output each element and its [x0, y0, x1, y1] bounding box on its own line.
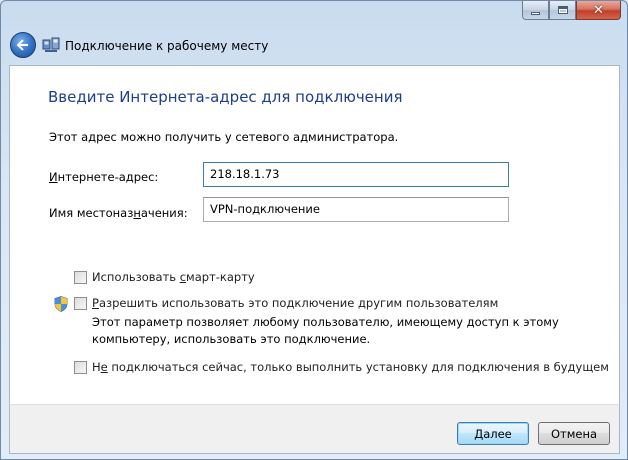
- minimize-icon: [531, 11, 540, 15]
- admin-hint-text: Этот адрес можно получить у сетевого адм…: [49, 130, 399, 144]
- back-arrow-icon: [16, 39, 28, 51]
- page-heading: Введите Интернета-адрес для подключения: [48, 88, 403, 106]
- allow-others-label-accesskey: Р: [92, 296, 99, 310]
- allow-others-label: Разрешить использовать это подключение д…: [92, 296, 498, 310]
- dont-connect-option[interactable]: Не подключаться сейчас, только выполнить…: [74, 360, 609, 374]
- content-panel: Введите Интернета-адрес для подключения …: [9, 65, 620, 404]
- address-label-accesskey: И: [49, 170, 58, 184]
- maximize-button[interactable]: [549, 1, 576, 20]
- maximize-icon: [557, 6, 568, 14]
- close-icon: ✕: [593, 2, 604, 18]
- destination-label-accesskey: н: [133, 206, 141, 220]
- allow-others-description: Этот параметр позволяет любому пользоват…: [92, 314, 559, 348]
- destination-input[interactable]: VPN-подключение: [203, 197, 509, 222]
- destination-label-post: ачения:: [140, 206, 188, 220]
- caption-buttons: ✕: [522, 1, 621, 21]
- destination-label-pre: Имя местоназ: [49, 206, 134, 220]
- dont-connect-label: Не подключаться сейчас, только выполнить…: [92, 360, 609, 374]
- smartcard-option[interactable]: Использовать смарт-карту: [74, 270, 255, 284]
- button-bar: Далее Отмена: [9, 404, 620, 454]
- smartcard-checkbox[interactable]: [74, 270, 87, 284]
- network-connection-icon: [42, 37, 60, 52]
- close-button[interactable]: ✕: [576, 1, 621, 20]
- address-label-text: нтернете-адрес:: [57, 170, 159, 184]
- allow-others-option[interactable]: Разрешить использовать это подключение д…: [74, 296, 498, 310]
- allow-others-description-line1: Этот параметр позволяет любому пользоват…: [92, 315, 559, 329]
- dont-connect-label-pre: Н: [92, 360, 101, 374]
- address-input[interactable]: 218.18.1.73: [203, 162, 509, 187]
- next-button[interactable]: Далее: [457, 422, 529, 445]
- title-bar: ✕ Подключение к рабочему месту: [1, 1, 627, 65]
- wizard-window: ✕ Подключение к рабочему месту Введите И…: [0, 0, 628, 460]
- dont-connect-checkbox[interactable]: [74, 360, 87, 374]
- dont-connect-label-post: подключаться сейчас, только выполнить ус…: [107, 360, 609, 374]
- destination-label: Имя местоназначения:: [49, 206, 188, 220]
- smartcard-label-pre: Использовать: [92, 270, 180, 284]
- uac-shield-icon: [54, 296, 68, 312]
- back-button[interactable]: [10, 32, 36, 58]
- smartcard-label-post: март-карту: [186, 270, 255, 284]
- dont-connect-label-accesskey: е: [100, 360, 108, 374]
- window-title: Подключение к рабочему месту: [65, 39, 269, 53]
- allow-others-description-line2: компьютеру, использовать это подключение…: [92, 332, 371, 346]
- allow-others-checkbox[interactable]: [74, 296, 87, 310]
- address-label: Интернете-адрес:: [49, 170, 158, 184]
- smartcard-label: Использовать смарт-карту: [92, 270, 255, 284]
- minimize-button[interactable]: [522, 1, 549, 20]
- cancel-button[interactable]: Отмена: [538, 422, 610, 445]
- address-input-value: 218.18.1.73: [210, 167, 280, 181]
- allow-others-label-text: азрешить использовать это подключение др…: [98, 296, 499, 310]
- destination-input-value: VPN-подключение: [210, 202, 320, 216]
